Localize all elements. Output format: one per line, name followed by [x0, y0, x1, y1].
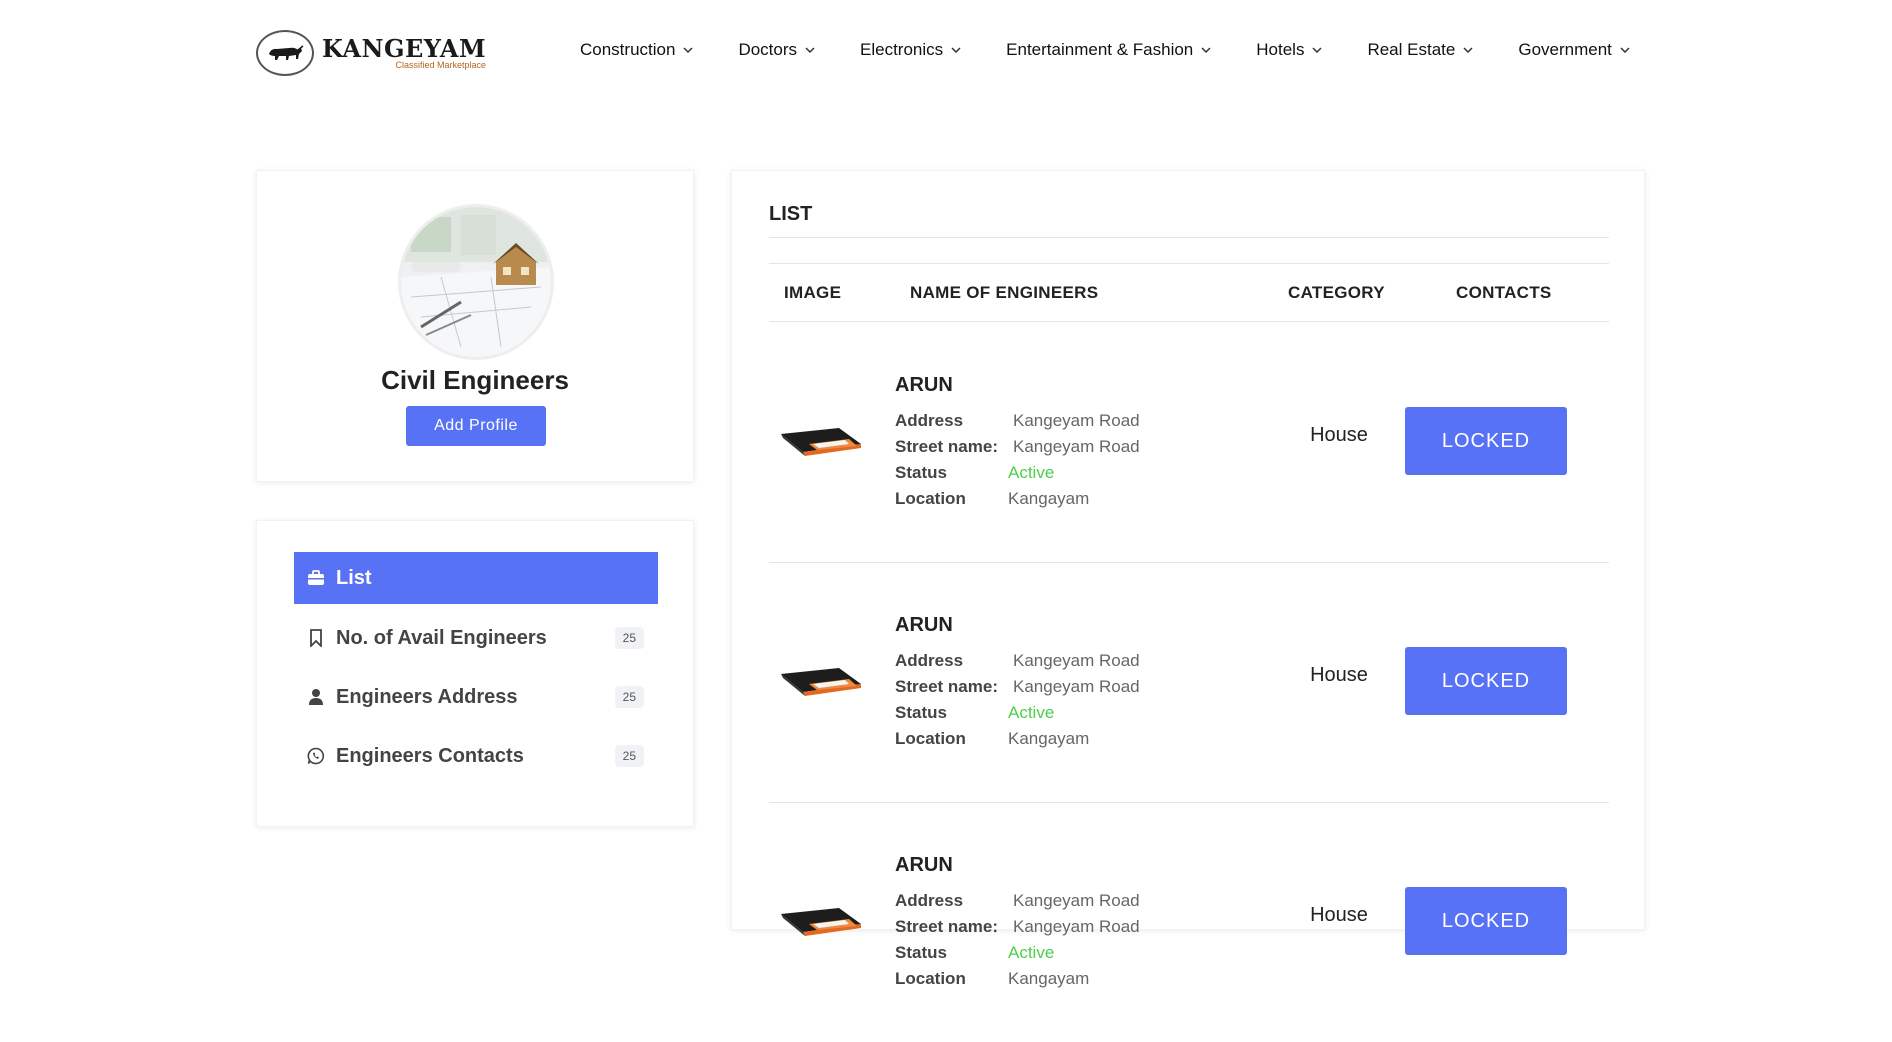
profile-avatar: [398, 204, 554, 360]
column-header-category: CATEGORY: [1288, 283, 1385, 302]
nav-item-label: Entertainment & Fashion: [1006, 40, 1194, 59]
category-value: House: [1310, 424, 1368, 446]
nav-item-label: Electronics: [860, 40, 944, 59]
locked-contact-button[interactable]: LOCKED: [1405, 407, 1567, 475]
status-value: Active: [1008, 463, 1055, 482]
street-value: Kangeyam Road: [1013, 917, 1140, 936]
column-header-name: NAME OF ENGINEERS: [910, 283, 1099, 302]
location-value: Kangayam: [1008, 969, 1090, 988]
address-value: Kangeyam Road: [1013, 411, 1140, 430]
sidebar-item-label: List: [336, 566, 372, 589]
table-row: ARUN Address Kangeyam Road Street name: …: [769, 322, 1609, 562]
sidebar-item-engineers-address[interactable]: Engineers Address 25: [294, 671, 658, 723]
nav-item-hotels[interactable]: Hotels: [1256, 40, 1322, 60]
engineer-name: ARUN: [895, 854, 953, 876]
chevron-down-icon: [1620, 47, 1630, 53]
engineers-list-card: LIST IMAGE NAME OF ENGINEERS CATEGORY CO…: [731, 170, 1645, 988]
street-value: Kangeyam Road: [1013, 677, 1140, 696]
brand-name: KANGEYAM: [322, 33, 487, 63]
profile-title: Civil Engineers: [381, 365, 569, 395]
street-label: Street name:: [895, 917, 998, 936]
bookmark-icon: [306, 629, 326, 647]
site-logo[interactable]: KANGEYAM Classified Marketplace: [256, 26, 506, 80]
chevron-down-icon: [1201, 47, 1211, 53]
nav-item-entertainment-fashion[interactable]: Entertainment & Fashion: [1006, 40, 1211, 60]
category-value: House: [1310, 904, 1368, 926]
chevron-down-icon: [683, 47, 693, 53]
briefcase-icon: [306, 570, 326, 586]
sidebar-item-list[interactable]: List: [294, 552, 658, 604]
sidebar-menu-card: List No. of Avail Engineers 25 Engineers…: [256, 520, 694, 827]
nav-item-construction[interactable]: Construction: [580, 40, 693, 60]
location-value: Kangayam: [1008, 489, 1090, 508]
chevron-down-icon: [1312, 47, 1322, 53]
site-header: KANGEYAM Classified Marketplace Construc…: [0, 0, 1892, 100]
count-badge: 25: [614, 627, 644, 649]
brand-tagline: Classified Marketplace: [395, 59, 487, 70]
sidebar-item-engineers-contacts[interactable]: Engineers Contacts 25: [294, 730, 658, 782]
nav-item-real-estate[interactable]: Real Estate: [1367, 40, 1473, 60]
address-value: Kangeyam Road: [1013, 891, 1140, 910]
sidebar-item-label: Engineers Contacts: [336, 744, 524, 767]
whatsapp-icon: [306, 747, 326, 765]
main-nav: Construction Doctors Electronics Enterta…: [580, 40, 1675, 60]
street-label: Street name:: [895, 677, 998, 696]
locked-contact-button[interactable]: LOCKED: [1405, 887, 1567, 955]
address-label: Address: [895, 411, 964, 430]
status-label: Status: [895, 943, 947, 962]
sidebar-item-label: Engineers Address: [336, 685, 518, 708]
status-label: Status: [895, 703, 947, 722]
column-header-contacts: CONTACTS: [1456, 283, 1552, 302]
status-value: Active: [1008, 943, 1055, 962]
engineer-thumbnail: [779, 660, 864, 700]
street-value: Kangeyam Road: [1013, 437, 1140, 456]
location-label: Location: [895, 489, 966, 508]
list-title: LIST: [769, 203, 813, 225]
nav-item-label: Government: [1518, 40, 1612, 59]
count-badge: 25: [614, 745, 644, 767]
address-label: Address: [895, 651, 964, 670]
user-icon: [306, 688, 326, 706]
engineer-thumbnail: [779, 420, 864, 460]
column-header-image: IMAGE: [784, 283, 842, 302]
nav-item-doctors[interactable]: Doctors: [738, 40, 815, 60]
nav-item-electronics[interactable]: Electronics: [860, 40, 961, 60]
location-value: Kangayam: [1008, 729, 1090, 748]
chevron-down-icon: [805, 47, 815, 53]
profile-card: Civil Engineers Add Profile: [256, 170, 694, 482]
category-value: House: [1310, 664, 1368, 686]
nav-item-label: Doctors: [738, 40, 798, 59]
nav-item-label: Hotels: [1256, 40, 1305, 59]
nav-item-label: Real Estate: [1367, 40, 1456, 59]
locked-contact-button[interactable]: LOCKED: [1405, 647, 1567, 715]
status-label: Status: [895, 463, 947, 482]
chevron-down-icon: [951, 47, 961, 53]
add-profile-button[interactable]: Add Profile: [406, 406, 546, 446]
table-row: ARUN Address Kangeyam Road Street name: …: [769, 802, 1609, 1042]
bull-logo-icon: [256, 30, 314, 76]
table-header-top-border: [769, 263, 1609, 264]
street-label: Street name:: [895, 437, 998, 456]
table-row: ARUN Address Kangeyam Road Street name: …: [769, 562, 1609, 802]
address-value: Kangeyam Road: [1013, 651, 1140, 670]
location-label: Location: [895, 729, 966, 748]
engineer-name: ARUN: [895, 614, 953, 636]
status-value: Active: [1008, 703, 1055, 722]
location-label: Location: [895, 969, 966, 988]
nav-item-label: Construction: [580, 40, 676, 59]
engineer-name: ARUN: [895, 374, 953, 396]
sidebar-item-label: No. of Avail Engineers: [336, 626, 547, 649]
address-label: Address: [895, 891, 964, 910]
engineer-thumbnail: [779, 900, 864, 940]
chevron-down-icon: [1463, 47, 1473, 53]
sidebar-item-avail-engineers[interactable]: No. of Avail Engineers 25: [294, 612, 658, 664]
nav-item-government[interactable]: Government: [1518, 40, 1630, 60]
count-badge: 25: [614, 686, 644, 708]
divider: [769, 237, 1609, 238]
